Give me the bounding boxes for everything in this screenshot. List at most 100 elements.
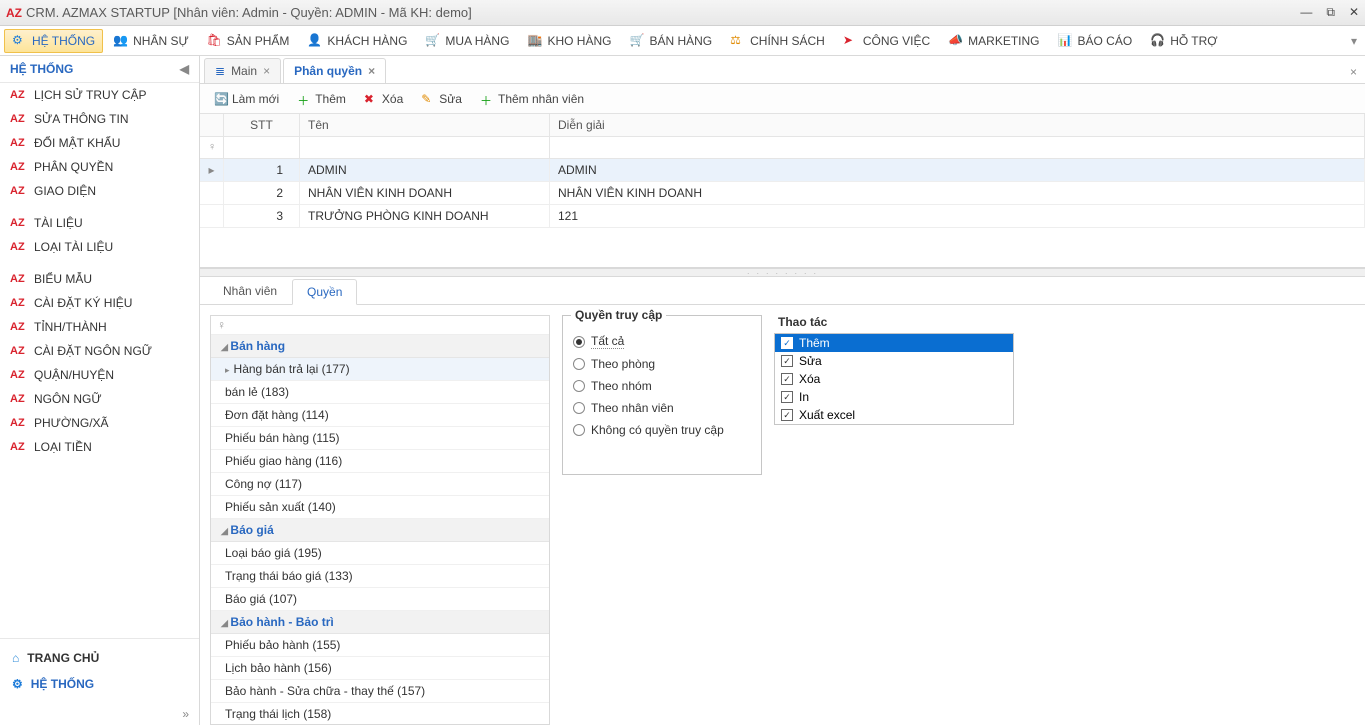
az-icon: AZ	[10, 345, 26, 357]
subtab-nhan-vien[interactable]: Nhân viên	[208, 278, 292, 304]
tree-item[interactable]: Trạng thái lịch (158)	[211, 703, 549, 724]
sidebar-item[interactable]: AZPHÂN QUYỀN	[0, 155, 199, 179]
menu-bao-cao[interactable]: 📊BÁO CÁO	[1050, 29, 1141, 53]
menu-nhan-su[interactable]: 👥NHÂN SỰ	[105, 29, 197, 53]
sidebar-item[interactable]: AZTÀI LIỆU	[0, 211, 199, 235]
table-row[interactable]: 2NHÂN VIÊN KINH DOANHNHÂN VIÊN KINH DOAN…	[200, 182, 1365, 205]
cell-dien-giai: NHÂN VIÊN KINH DOANH	[550, 182, 1365, 205]
access-option[interactable]: Theo nhóm	[573, 375, 751, 397]
filter-ten[interactable]	[300, 137, 550, 159]
cell-dien-giai: ADMIN	[550, 159, 1365, 182]
filter-stt[interactable]	[224, 137, 300, 159]
action-label: Xóa	[799, 372, 820, 386]
access-option[interactable]: Theo nhân viên	[573, 397, 751, 419]
menu-ho-tro[interactable]: 🎧HỖ TRỢ	[1142, 29, 1225, 53]
delete-button[interactable]: ✖Xóa	[358, 89, 409, 109]
subtab-quyen[interactable]: Quyền	[292, 279, 357, 305]
tree-item[interactable]: Loại báo giá (195)	[211, 542, 549, 565]
filter-dien-giai[interactable]	[550, 137, 1365, 159]
sidebar-item[interactable]: AZCÀI ĐẶT KÝ HIỆU	[0, 291, 199, 315]
tree-group[interactable]: Bảo hành - Bảo trì	[211, 611, 549, 634]
sidebar-item[interactable]: AZQUẬN/HUYỆN	[0, 363, 199, 387]
action-item[interactable]: ✓Thêm	[775, 334, 1013, 352]
tree-item[interactable]: Phiếu bán hàng (115)	[211, 427, 549, 450]
splitter[interactable]: · · · · · · · ·	[200, 269, 1365, 277]
sidebar-item[interactable]: AZPHƯỜNG/XÃ	[0, 411, 199, 435]
access-option[interactable]: Tất cả	[573, 330, 751, 353]
tree-item[interactable]: Báo giá (107)	[211, 588, 549, 611]
access-option[interactable]: Theo phòng	[573, 353, 751, 375]
tab-main-close-icon[interactable]: ×	[263, 64, 270, 78]
tree-item[interactable]: Đơn đặt hàng (114)	[211, 404, 549, 427]
close-button[interactable]: ✕	[1349, 5, 1359, 20]
sidebar-item[interactable]: AZNGÔN NGỮ	[0, 387, 199, 411]
col-dien-giai[interactable]: Diễn giải	[550, 114, 1365, 137]
tree-item[interactable]: Phiếu sản xuất (140)	[211, 496, 549, 519]
access-option-label: Theo nhân viên	[591, 401, 674, 415]
cell-dien-giai: 121	[550, 205, 1365, 228]
tree-item[interactable]: Lịch bảo hành (156)	[211, 657, 549, 680]
tree-item[interactable]: bán lẻ (183)	[211, 381, 549, 404]
checkbox-icon: ✓	[781, 337, 793, 349]
minimize-button[interactable]: —	[1300, 5, 1312, 20]
edit-button[interactable]: ✎Sửa	[415, 89, 468, 109]
sidebar-item[interactable]: AZLỊCH SỬ TRUY CẬP	[0, 83, 199, 107]
checkbox-icon: ✓	[781, 391, 793, 403]
tree-item[interactable]: Bảo hành - Sửa chữa - thay thế (157)	[211, 680, 549, 703]
access-option[interactable]: Không có quyền truy cập	[573, 419, 751, 441]
tree-group[interactable]: Báo giá	[211, 519, 549, 542]
tab-perm-close-icon[interactable]: ×	[368, 64, 375, 78]
action-item[interactable]: ✓Sửa	[775, 352, 1013, 370]
add-button[interactable]: ＋Thêm	[291, 89, 352, 109]
close-all-tabs-icon[interactable]: ×	[1342, 61, 1365, 83]
tree-group[interactable]: Bán hàng	[211, 335, 549, 358]
sidebar-expand-icon[interactable]: »	[0, 703, 199, 725]
sidebar-item[interactable]: AZCÀI ĐẶT NGÔN NGỮ	[0, 339, 199, 363]
table-row[interactable]: ▸1ADMINADMIN	[200, 159, 1365, 182]
tree-item[interactable]: ▸Hàng bán trả lại (177)	[211, 358, 549, 381]
sidebar-item[interactable]: AZTỈNH/THÀNH	[0, 315, 199, 339]
sidebar-item-label: TỈNH/THÀNH	[34, 320, 107, 334]
menu-ban-hang[interactable]: 🛒BÁN HÀNG	[621, 29, 720, 53]
menu-kho-hang[interactable]: 🏬KHO HÀNG	[519, 29, 619, 53]
refresh-button[interactable]: 🔄Làm mới	[208, 89, 285, 109]
menu-mua-hang[interactable]: 🛒MUA HÀNG	[417, 29, 517, 53]
sidebar-item[interactable]: AZBIỂU MẪU	[0, 267, 199, 291]
menu-cong-viec[interactable]: ➤CÔNG VIỆC	[835, 29, 938, 53]
row-indicator: ▸	[200, 159, 224, 182]
maximize-button[interactable]: ⧉	[1326, 5, 1335, 20]
sidebar-home[interactable]: ⌂TRANG CHỦ	[0, 645, 199, 671]
tree-item[interactable]: Trạng thái báo giá (133)	[211, 565, 549, 588]
menu-marketing[interactable]: 📣MARKETING	[940, 29, 1047, 53]
sidebar-item[interactable]: AZLOẠI TÀI LIỆU	[0, 235, 199, 259]
tree-item[interactable]: Phiếu bảo hành (155)	[211, 634, 549, 657]
add-staff-button[interactable]: ＋Thêm nhân viên	[474, 89, 590, 109]
sidebar-item[interactable]: AZGIAO DIỆN	[0, 179, 199, 203]
tree-item[interactable]: Phiếu giao hàng (116)	[211, 450, 549, 473]
sidebar-item-label: LỊCH SỬ TRUY CẬP	[34, 88, 147, 102]
action-item[interactable]: ✓In	[775, 388, 1013, 406]
action-item[interactable]: ✓Xóa	[775, 370, 1013, 388]
action-item[interactable]: ✓Xuất excel	[775, 406, 1013, 424]
tab-main[interactable]: ≣Main×	[204, 58, 281, 83]
menu-san-pham[interactable]: 🛍SẢN PHẨM	[199, 29, 298, 53]
menu-chinh-sach[interactable]: ⚖CHÍNH SÁCH	[722, 29, 833, 53]
menu-he-thong[interactable]: ⚙HỆ THỐNG	[4, 29, 103, 53]
col-stt[interactable]: STT	[224, 114, 300, 137]
tab-phan-quyen[interactable]: Phân quyền×	[283, 58, 386, 83]
sidebar-item[interactable]: AZLOẠI TIỀN	[0, 435, 199, 459]
sidebar-item-label: LOẠI TÀI LIỆU	[34, 240, 113, 254]
ribbon-overflow[interactable]: ▾	[1351, 34, 1361, 48]
table-row[interactable]: 3TRƯỞNG PHÒNG KINH DOANH121	[200, 205, 1365, 228]
col-ten[interactable]: Tên	[300, 114, 550, 137]
sidebar-system[interactable]: ⚙HỆ THỐNG	[0, 671, 199, 697]
tree-filter-icon[interactable]: ♀	[217, 318, 226, 332]
sidebar-item[interactable]: AZĐỔI MẬT KHẨU	[0, 131, 199, 155]
actions-fieldset: Thao tác ✓Thêm✓Sửa✓Xóa✓In✓Xuất excel	[774, 315, 1014, 425]
cell-ten: TRƯỞNG PHÒNG KINH DOANH	[300, 205, 550, 228]
sidebar-collapse-icon[interactable]: ◀	[180, 62, 189, 76]
sidebar-item[interactable]: AZSỬA THÔNG TIN	[0, 107, 199, 131]
menu-khach-hang[interactable]: 👤KHÁCH HÀNG	[299, 29, 415, 53]
tree-item[interactable]: Công nợ (117)	[211, 473, 549, 496]
app-logo: AZ	[6, 6, 22, 20]
